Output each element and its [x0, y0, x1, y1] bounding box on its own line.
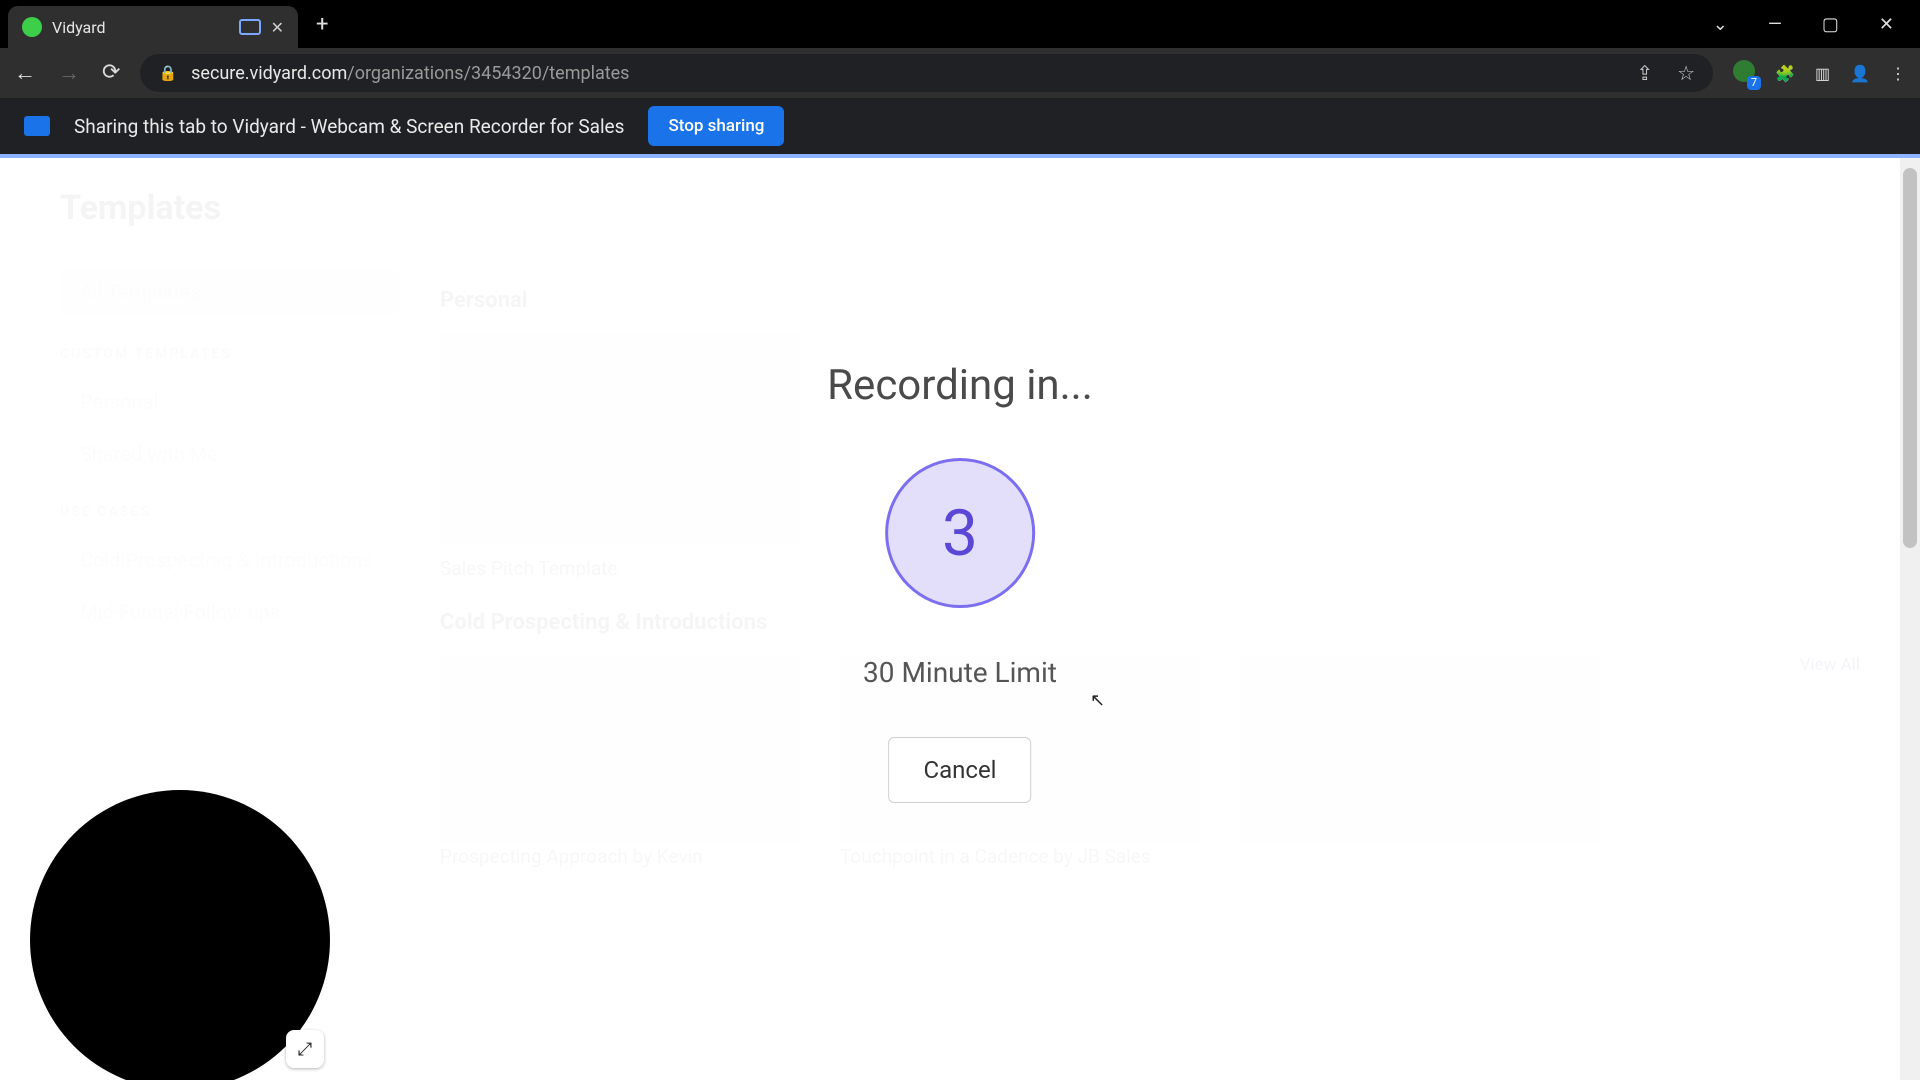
- profile-avatar-icon[interactable]: 👤: [1850, 64, 1870, 83]
- cancel-button[interactable]: Cancel: [888, 737, 1031, 803]
- share-message: Sharing this tab to Vidyard - Webcam & S…: [74, 115, 624, 138]
- new-tab-button[interactable]: +: [298, 12, 346, 37]
- tab-search-icon[interactable]: ⌄: [1713, 14, 1728, 35]
- reload-icon[interactable]: ⟳: [102, 60, 120, 86]
- tab-title: Vidyard: [52, 18, 229, 37]
- extensions-icon[interactable]: 🧩: [1775, 64, 1795, 83]
- kebab-menu-icon[interactable]: ⋮: [1890, 64, 1906, 83]
- tab-sharing-indicator-icon: [239, 19, 261, 35]
- browser-tab[interactable]: Vidyard ✕: [8, 6, 298, 48]
- countdown-number: 3: [942, 496, 978, 571]
- countdown-circle: 3: [885, 458, 1035, 608]
- webcam-bubble[interactable]: ⤢: [30, 790, 330, 1080]
- vidyard-favicon-icon: [22, 17, 42, 37]
- page-viewport: Templates All Templates CUSTOM TEMPLATES…: [0, 154, 1920, 1080]
- scrollbar-thumb[interactable]: [1903, 168, 1917, 548]
- close-window-icon[interactable]: ✕: [1879, 14, 1894, 35]
- address-bar[interactable]: 🔒 secure.vidyard.com/organizations/34543…: [140, 54, 1713, 92]
- back-icon[interactable]: ←: [14, 60, 36, 86]
- window-titlebar: Vidyard ✕ + ⌄ ― ▢ ✕: [0, 0, 1920, 48]
- countdown-title: Recording in...: [827, 361, 1093, 410]
- maximize-icon[interactable]: ▢: [1822, 14, 1839, 35]
- url-host: secure.vidyard.com: [191, 63, 347, 84]
- stop-sharing-button[interactable]: Stop sharing: [648, 106, 784, 146]
- url-path: /organizations/3454320/templates: [347, 63, 629, 84]
- forward-icon: →: [58, 60, 80, 86]
- side-panel-icon[interactable]: ▥: [1815, 64, 1830, 83]
- recording-countdown: Recording in... 3 30 Minute Limit Cancel: [827, 361, 1093, 803]
- close-tab-icon[interactable]: ✕: [271, 18, 284, 37]
- share-indicator-icon: [24, 116, 50, 136]
- url-text: secure.vidyard.com/organizations/3454320…: [191, 63, 1622, 84]
- share-page-icon[interactable]: ⇪: [1636, 61, 1653, 85]
- window-controls: ⌄ ― ▢ ✕: [1713, 0, 1920, 48]
- vertical-scrollbar[interactable]: [1900, 158, 1920, 1080]
- screen-share-bar: Sharing this tab to Vidyard - Webcam & S…: [0, 98, 1920, 154]
- browser-toolbar: ← → ⟳ 🔒 secure.vidyard.com/organizations…: [0, 48, 1920, 98]
- extension-badge-count: 7: [1747, 76, 1761, 90]
- bookmark-icon[interactable]: ☆: [1677, 61, 1695, 85]
- lock-icon[interactable]: 🔒: [158, 64, 177, 82]
- expand-webcam-icon[interactable]: ⤢: [286, 1030, 324, 1068]
- minimize-icon[interactable]: ―: [1768, 14, 1782, 35]
- extension-badge-icon[interactable]: 7: [1733, 60, 1755, 86]
- recording-limit-text: 30 Minute Limit: [863, 656, 1057, 689]
